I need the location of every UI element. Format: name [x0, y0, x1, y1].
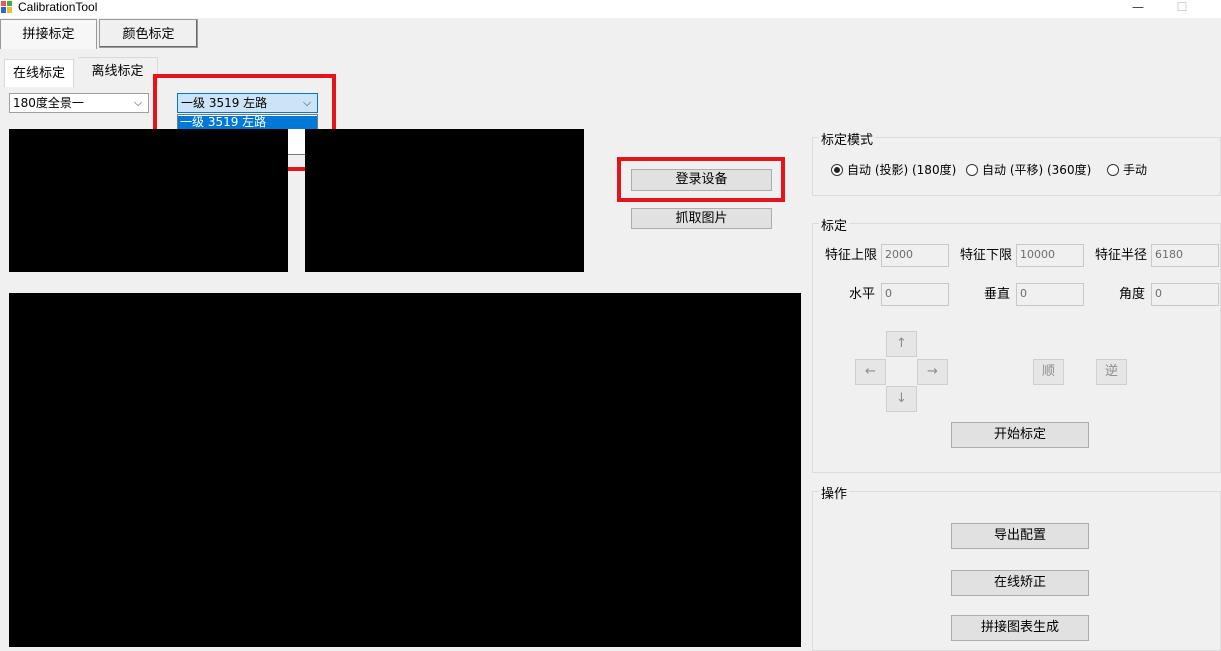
arrow-up-button[interactable]: ↑	[886, 331, 917, 357]
stitch-chart-button[interactable]: 拼接图表生成	[951, 615, 1089, 641]
online-correction-button[interactable]: 在线矫正	[951, 570, 1089, 596]
radio-unchecked-icon	[1107, 164, 1119, 176]
radio-checked-icon	[831, 164, 843, 176]
arrow-left-icon: ←	[865, 364, 876, 379]
arrow-down-icon: ↓	[896, 391, 907, 406]
radio-auto-translation-label: 自动 (平移) (360度)	[982, 163, 1092, 177]
tab-offline-calibration[interactable]: 离线标定	[78, 57, 158, 85]
horizontal-input[interactable]: 0	[881, 283, 949, 306]
app-icon	[1, 1, 12, 13]
vertical-label: 垂直	[984, 287, 1011, 302]
radio-manual[interactable]: 手动	[1107, 163, 1157, 179]
feature-lower-input[interactable]: 10000	[1016, 244, 1084, 267]
rotate-counterclockwise-button[interactable]: 逆	[1096, 359, 1127, 385]
angle-label: 角度	[1119, 287, 1146, 302]
horizontal-label: 水平	[849, 287, 876, 302]
panorama-select-value: 180度全景一	[13, 96, 84, 110]
arrow-down-button[interactable]: ↓	[886, 386, 917, 412]
rotate-clockwise-button[interactable]: 顺	[1033, 359, 1064, 385]
minimize-button[interactable]: —	[1123, 0, 1153, 16]
vertical-input[interactable]: 0	[1016, 283, 1084, 306]
feature-upper-label: 特征上限	[825, 248, 878, 263]
panorama-select[interactable]: 180度全景一 ⌵	[9, 93, 149, 113]
angle-input[interactable]: 0	[1151, 283, 1219, 306]
operations-group-title: 操作	[819, 483, 850, 502]
radio-auto-translation[interactable]: 自动 (平移) (360度)	[966, 163, 1091, 179]
maximize-button[interactable]: ☐	[1167, 0, 1197, 16]
left-preview	[9, 129, 288, 272]
radio-unchecked-icon	[966, 164, 978, 176]
feature-lower-label: 特征下限	[960, 248, 1013, 263]
arrow-up-icon: ↑	[896, 336, 907, 351]
arrow-left-button[interactable]: ←	[855, 359, 886, 385]
chevron-down-icon: ⌵	[133, 96, 143, 109]
feature-upper-input[interactable]: 2000	[881, 244, 949, 267]
stitched-preview	[9, 293, 801, 647]
capture-image-button[interactable]: 抓取图片	[631, 208, 772, 229]
login-device-button[interactable]: 登录设备	[631, 169, 772, 191]
calibration-group-title: 标定	[819, 215, 850, 234]
mode-group-title: 标定模式	[819, 129, 876, 148]
tab-color-calibration[interactable]: 颜色标定	[99, 19, 198, 48]
arrow-right-icon: →	[927, 364, 938, 379]
title-bar: CalibrationTool — ☐	[0, 0, 1221, 18]
tab-online-calibration[interactable]: 在线标定	[4, 59, 74, 87]
radio-manual-label: 手动	[1123, 163, 1148, 177]
right-preview	[305, 129, 584, 272]
radio-auto-projection[interactable]: 自动 (投影) (180度)	[831, 163, 956, 179]
window-title: CalibrationTool	[18, 0, 98, 14]
feature-radius-label: 特征半径	[1095, 248, 1148, 263]
export-config-button[interactable]: 导出配置	[951, 523, 1089, 549]
start-calibration-button[interactable]: 开始标定	[951, 422, 1089, 448]
feature-radius-input[interactable]: 6180	[1151, 244, 1219, 267]
arrow-right-button[interactable]: →	[917, 359, 948, 385]
tab-stitch-calibration[interactable]: 拼接标定	[0, 19, 97, 49]
radio-auto-projection-label: 自动 (投影) (180度)	[847, 163, 957, 177]
